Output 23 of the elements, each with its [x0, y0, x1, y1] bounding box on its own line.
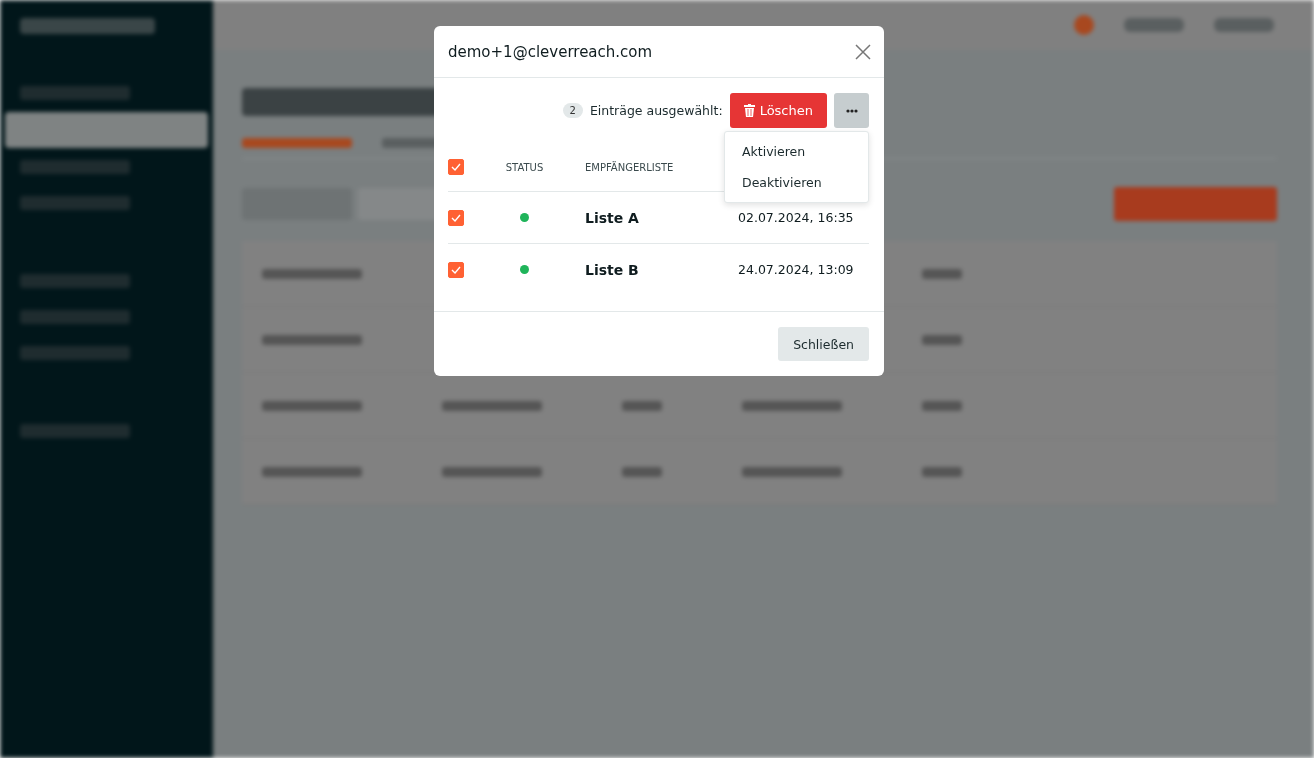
selection-count: 2 — [562, 103, 583, 118]
dialog-title: demo+1@cleverreach.com — [448, 42, 653, 61]
column-header: EMPFÄNGERLISTE — [585, 161, 674, 173]
select-all-checkbox[interactable] — [448, 159, 464, 175]
menu-item[interactable]: Deaktivieren — [725, 167, 868, 198]
trash-icon — [743, 104, 755, 117]
list-name: Liste A — [585, 209, 639, 226]
menu-item[interactable]: Aktivieren — [725, 136, 868, 167]
more-icon — [845, 108, 858, 113]
date-cell: 02.07.2024, 16:35 — [738, 210, 854, 225]
close-button[interactable]: Schließen — [778, 327, 869, 361]
list-name: Liste B — [585, 261, 639, 278]
more-button[interactable] — [834, 93, 869, 128]
column-header: STATUS — [505, 161, 544, 173]
date-cell: 24.07.2024, 13:09 — [738, 262, 854, 277]
delete-button[interactable]: Löschen — [729, 93, 827, 128]
row-checkbox[interactable] — [448, 261, 464, 278]
check-icon — [451, 265, 461, 274]
check-icon — [451, 163, 461, 171]
close-icon[interactable] — [855, 43, 871, 60]
check-icon — [451, 213, 461, 222]
selection-label: Einträge ausgewählt: — [589, 103, 723, 118]
row-checkbox[interactable] — [448, 209, 464, 226]
